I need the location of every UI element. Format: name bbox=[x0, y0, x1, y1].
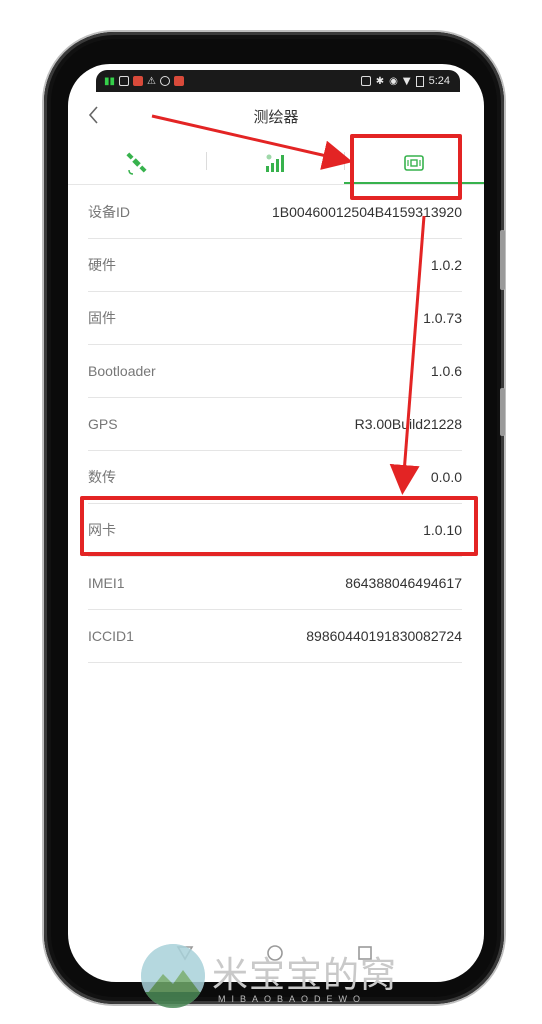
watermark-text: 米宝宝的窝 bbox=[212, 955, 398, 996]
annotation-arrows bbox=[151, 114, 426, 495]
arrow-to-tab bbox=[151, 114, 353, 170]
arrow-to-row bbox=[389, 215, 426, 495]
watermark-subtext: MIBAOBAODEWO bbox=[218, 994, 367, 1004]
watermark-logo bbox=[141, 944, 205, 1008]
